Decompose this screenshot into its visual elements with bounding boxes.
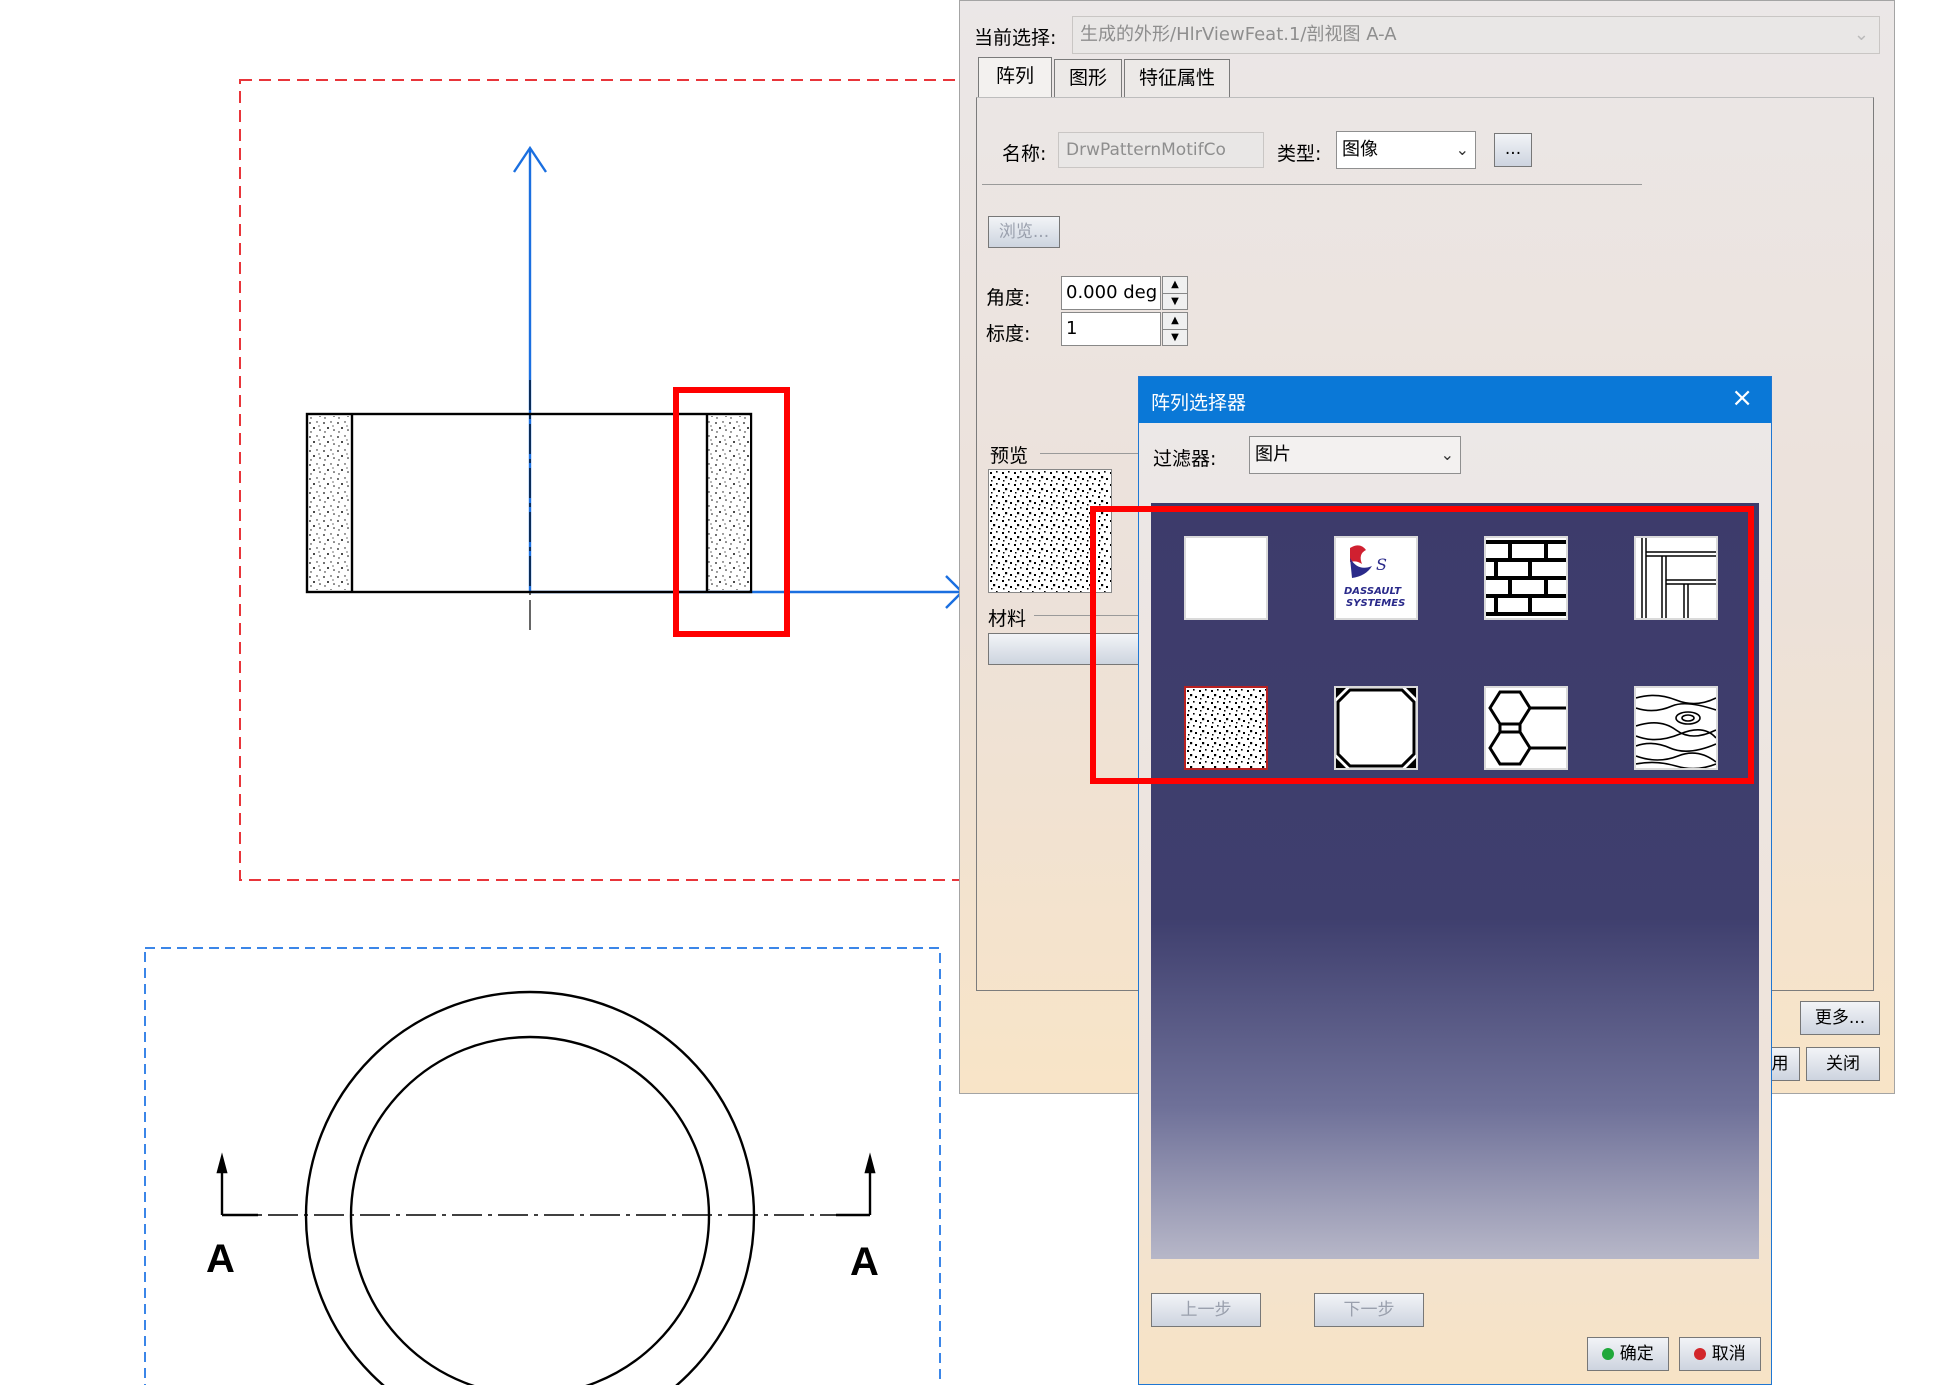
filter-select[interactable]: 图片 ⌄: [1249, 436, 1461, 474]
spin-down-icon[interactable]: ▼: [1163, 329, 1187, 346]
close-icon[interactable]: ×: [1731, 383, 1753, 413]
type-options-button[interactable]: ...: [1494, 133, 1532, 167]
scale-label: 标度:: [986, 323, 1031, 345]
previous-button-label: 上一步: [1180, 1300, 1232, 1320]
section-arrows: [216, 1152, 876, 1217]
top-view-geometry[interactable]: [304, 990, 756, 1390]
chevron-down-icon: ⌄: [1440, 445, 1454, 464]
close-button-label: 关闭: [1826, 1054, 1860, 1074]
tab-feature-properties[interactable]: 特征属性: [1124, 59, 1230, 97]
spin-down-icon[interactable]: ▼: [1163, 293, 1187, 310]
close-button[interactable]: 关闭: [1806, 1047, 1880, 1081]
next-button[interactable]: 下一步: [1314, 1293, 1424, 1327]
ok-button[interactable]: 确定: [1587, 1337, 1669, 1371]
chevron-down-icon[interactable]: ⌄: [1854, 17, 1869, 53]
section-label-left: A: [206, 1237, 235, 1281]
tab-label: 图形: [1068, 67, 1107, 89]
ok-button-label: 确定: [1619, 1344, 1654, 1364]
type-select-value: 图像: [1342, 139, 1378, 160]
next-button-label: 下一步: [1343, 1300, 1395, 1320]
current-selection-field[interactable]: 生成的外形/HlrViewFeat.1/剖视图 A-A ⌄: [1072, 16, 1880, 54]
spin-up-icon[interactable]: ▲: [1163, 313, 1187, 329]
material-label: 材料: [988, 608, 1027, 630]
chevron-down-icon: ⌄: [1455, 140, 1469, 159]
cancel-icon: [1694, 1348, 1707, 1360]
divider: [982, 184, 1642, 185]
ellipsis-label: ...: [1504, 139, 1522, 159]
tab-graphic[interactable]: 图形: [1054, 59, 1122, 97]
section-label-right: A: [850, 1240, 879, 1284]
more-button-label: 更多...: [1814, 1008, 1866, 1028]
type-label: 类型:: [1277, 143, 1322, 165]
scale-input[interactable]: 1: [1061, 312, 1161, 346]
filter-select-value: 图片: [1255, 444, 1291, 465]
browse-button-label: 浏览...: [998, 222, 1050, 242]
browse-button[interactable]: 浏览...: [988, 216, 1060, 248]
type-select[interactable]: 图像 ⌄: [1336, 131, 1476, 169]
tab-label: 阵列: [995, 65, 1034, 87]
angle-label: 角度:: [986, 287, 1031, 309]
filter-label: 过滤器:: [1153, 448, 1217, 470]
more-button[interactable]: 更多...: [1800, 1001, 1880, 1035]
dialog-title: 阵列选择器: [1151, 392, 1247, 414]
preview-label: 预览: [990, 445, 1029, 467]
ok-icon: [1602, 1348, 1615, 1360]
top-view-frame[interactable]: [144, 947, 941, 1390]
angle-input[interactable]: 0.000 deg: [1061, 276, 1161, 310]
cancel-button[interactable]: 取消: [1679, 1337, 1761, 1371]
drawing-canvas[interactable]: A A: [0, 0, 1001, 1390]
current-selection-label: 当前选择:: [974, 27, 1057, 49]
apply-button-label: 用: [1771, 1054, 1789, 1074]
hatch-area-left: [309, 416, 351, 590]
name-field[interactable]: DrwPatternMotifCo: [1058, 132, 1264, 168]
current-selection-value: 生成的外形/HlrViewFeat.1/剖视图 A-A: [1080, 24, 1397, 45]
scale-spinner[interactable]: ▲ ▼: [1162, 312, 1188, 346]
spin-up-icon[interactable]: ▲: [1163, 277, 1187, 293]
dialog-title-bar[interactable]: 阵列选择器 ×: [1139, 377, 1771, 423]
tab-pattern[interactable]: 阵列: [978, 57, 1052, 98]
cancel-button-label: 取消: [1711, 1344, 1746, 1364]
angle-spinner[interactable]: ▲ ▼: [1162, 276, 1188, 310]
previous-button[interactable]: 上一步: [1151, 1293, 1261, 1327]
divider: [1040, 453, 1150, 454]
name-label: 名称:: [1002, 143, 1047, 165]
gallery-highlight-box: [1090, 506, 1754, 784]
tab-label: 特征属性: [1138, 67, 1215, 89]
hatch-area-right: [708, 416, 750, 590]
